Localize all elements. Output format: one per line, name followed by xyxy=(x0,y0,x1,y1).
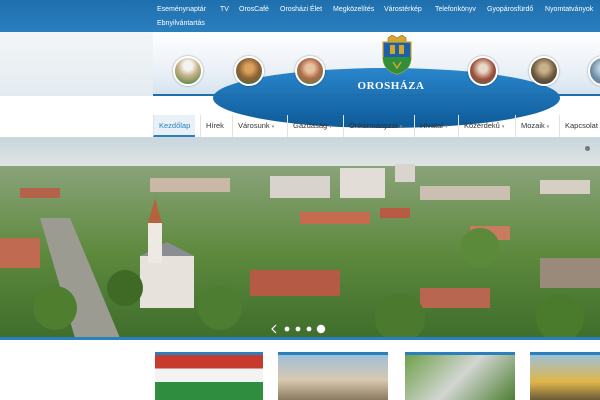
top-link-varosterkep[interactable]: Várostérkép xyxy=(384,5,422,14)
chevron-down-icon: ▾ xyxy=(501,124,505,130)
header-photo-townhall[interactable] xyxy=(295,56,325,86)
slider-dot[interactable] xyxy=(284,326,290,332)
nav-label-kapcsolat: Kapcsolat xyxy=(565,121,598,130)
chevron-down-icon: ▾ xyxy=(444,124,448,130)
nav-item-kapcsolat[interactable]: Kapcsolat xyxy=(559,115,600,137)
top-link-gyoparosfurdo[interactable]: Gyopárosfürdő xyxy=(487,5,533,14)
slider-side-dot[interactable] xyxy=(585,146,590,151)
nav-label-kozerdeku: Közérdekű xyxy=(464,121,500,130)
slider-prev-icon[interactable] xyxy=(271,324,277,334)
header-photo-tower[interactable] xyxy=(173,56,203,86)
header-left-panel xyxy=(0,32,153,96)
slider-dot[interactable] xyxy=(295,326,301,332)
nav-item-varosunk[interactable]: Városunk ▾ xyxy=(232,115,279,137)
header-photo-bell[interactable] xyxy=(529,56,559,86)
top-link-megkozelites[interactable]: Megközelítés xyxy=(333,5,374,14)
nav-item-hirek[interactable]: Hírek xyxy=(200,115,229,137)
chevron-down-icon: ▾ xyxy=(399,124,403,130)
header-photo-building[interactable] xyxy=(468,56,498,86)
feature-thumb-bus[interactable] xyxy=(530,352,600,400)
header-photo-church[interactable] xyxy=(234,56,264,86)
nav-item-kezdolap[interactable]: Kezdőlap xyxy=(153,115,196,137)
feature-thumb-people[interactable] xyxy=(278,352,388,400)
nav-label-gazdasag: Gazdaság xyxy=(293,121,328,130)
hero-slider[interactable] xyxy=(0,138,600,338)
header-underline xyxy=(153,94,600,96)
feature-thumb-flag[interactable] xyxy=(155,352,263,400)
feature-thumb-playground[interactable] xyxy=(405,352,515,400)
nav-label-varosunk: Városunk xyxy=(238,121,270,130)
nav-label-mozaik: Mozaik xyxy=(521,121,545,130)
chevron-down-icon: ▾ xyxy=(546,124,550,130)
nav-label-kezdolap: Kezdőlap xyxy=(159,121,191,130)
nav-item-hivatal[interactable]: Hivatal ▾ xyxy=(414,115,452,137)
hero-bottom-bar xyxy=(0,337,600,340)
top-link-oroscafe[interactable]: OrosCafé xyxy=(239,5,269,14)
top-link-telefonkonyv[interactable]: Telefonkönyv xyxy=(435,5,476,14)
nav-item-onkormanyzat[interactable]: Önkormányzat ▾ xyxy=(343,115,407,137)
page: { "top_nav": { "items": [ {"label": "Ese… xyxy=(0,0,600,400)
nav-label-hivatal: Hivatal xyxy=(420,121,443,130)
nav-item-kozerdeku[interactable]: Közérdekű ▾ xyxy=(458,115,509,137)
top-link-tv[interactable]: TV xyxy=(220,5,229,14)
town-name: OROSHÁZA xyxy=(357,80,425,92)
slider-dot-active[interactable] xyxy=(316,324,326,334)
chevron-down-icon: ▾ xyxy=(329,124,332,130)
hero-aerial-photo xyxy=(0,138,600,338)
top-link-esemenynaptar[interactable]: Eseménynaptár xyxy=(157,5,206,14)
top-link-oroshazi-elet[interactable]: Orosházi Élet xyxy=(280,5,322,14)
main-nav: Kezdőlap Hírek Városunk ▾ Gazdaság ▾ Önkor… xyxy=(153,115,600,137)
slider-pagination[interactable] xyxy=(270,322,330,336)
nav-label-hirek: Hírek xyxy=(206,121,224,130)
nav-item-gazdasag[interactable]: Gazdaság ▾ xyxy=(287,115,337,137)
top-link-ebnyilvantartas[interactable]: Ebnyilvántartás xyxy=(157,19,205,28)
top-links: Eseménynaptár TV OrosCafé Orosházi Élet … xyxy=(153,0,600,32)
slider-dot[interactable] xyxy=(306,326,312,332)
chevron-down-icon: ▾ xyxy=(271,124,275,130)
nav-item-mozaik[interactable]: Mozaik ▾ xyxy=(515,115,554,137)
nav-label-onkormanyzat: Önkormányzat xyxy=(349,121,398,130)
coat-of-arms-icon[interactable] xyxy=(380,35,414,75)
top-link-nyomtatvanyok[interactable]: Nyomtatványok xyxy=(545,5,593,14)
